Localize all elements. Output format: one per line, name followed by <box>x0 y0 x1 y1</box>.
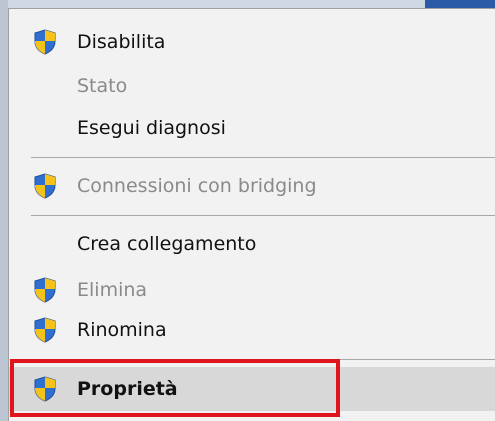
uac-shield-icon <box>33 173 57 199</box>
menu-item-elimina: Elimina <box>9 271 495 309</box>
menu-item-esegui-diagnosi[interactable]: Esegui diagnosi <box>9 109 495 147</box>
menu-item-label: Connessioni con bridging <box>77 175 317 197</box>
uac-shield-icon <box>33 277 57 303</box>
menu-item-label: Rinomina <box>77 319 167 341</box>
background-window-edge <box>0 0 8 421</box>
menu-item-label: Crea collegamento <box>77 233 257 255</box>
uac-shield-icon <box>33 29 57 55</box>
menu-item-label: Stato <box>77 75 128 97</box>
annotation-highlight-box <box>10 359 340 417</box>
menu-item-disabilita[interactable]: Disabilita <box>9 23 495 61</box>
menu-item-crea-collegamento[interactable]: Crea collegamento <box>9 225 495 263</box>
menu-item-label: Esegui diagnosi <box>77 117 226 139</box>
context-menu: Disabilita Stato Esegui diagnosi Conness… <box>8 8 495 421</box>
menu-separator <box>31 157 495 158</box>
menu-item-connessioni-con-bridging: Connessioni con bridging <box>9 167 495 205</box>
menu-item-stato: Stato <box>9 67 495 105</box>
menu-separator <box>31 215 495 216</box>
menu-item-rinomina[interactable]: Rinomina <box>9 311 495 349</box>
menu-item-label: Elimina <box>77 279 148 301</box>
uac-shield-icon <box>33 317 57 343</box>
menu-item-label: Disabilita <box>77 31 166 53</box>
